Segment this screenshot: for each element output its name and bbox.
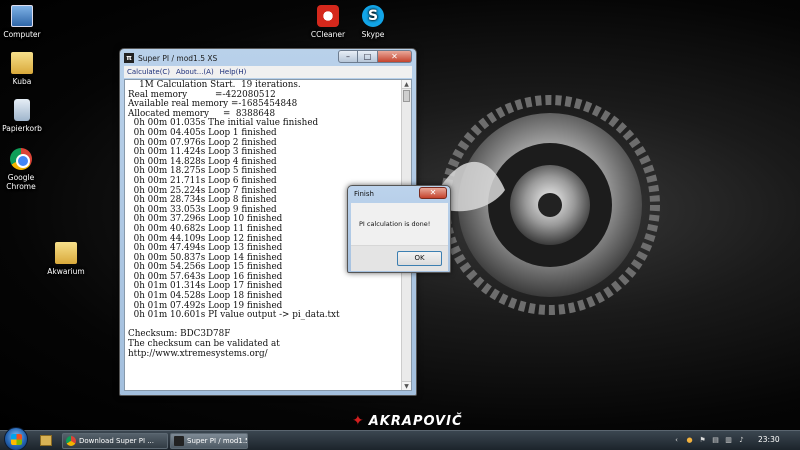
console-line: http://www.xtremesystems.org/ xyxy=(128,348,268,359)
menu-about[interactable]: About...(A) xyxy=(176,66,214,78)
dialog-message: PI calculation is done! xyxy=(359,220,431,228)
taskbar-button-label: Download Super PI ... xyxy=(79,437,154,445)
folder-icon xyxy=(11,52,33,74)
scroll-thumb[interactable] xyxy=(403,90,410,102)
menubar: Calculate(C) About...(A) Help(H) xyxy=(124,66,412,78)
menu-help[interactable]: Help(H) xyxy=(220,66,247,78)
desktop-icon-chrome[interactable]: Google Chrome xyxy=(0,148,50,191)
finish-dialog[interactable]: Finish ✕ PI calculation is done! OK xyxy=(347,185,451,273)
window-titlebar[interactable]: π Super PI / mod1.5 XS xyxy=(124,51,217,65)
system-tray: ‹ ● ⚑ ▤ ▥ ♪ xyxy=(672,436,746,445)
desktop-icon-label: Skype xyxy=(361,30,385,39)
superpi-icon: π xyxy=(124,53,134,63)
window-controls: – □ ✕ xyxy=(338,50,412,63)
desktop-icon-computer[interactable]: Computer xyxy=(0,5,52,39)
chrome-icon xyxy=(10,148,32,170)
desktop-icon-label: Akwarium xyxy=(47,267,85,276)
desktop-icon-skype[interactable]: S Skype xyxy=(343,5,403,39)
window-title: Super PI / mod1.5 XS xyxy=(138,53,218,63)
tray-expand-icon[interactable]: ‹ xyxy=(672,436,681,445)
maximize-button[interactable]: □ xyxy=(358,50,378,63)
folder-icon xyxy=(55,242,77,264)
ok-button[interactable]: OK xyxy=(397,251,442,266)
start-button[interactable] xyxy=(4,427,28,450)
wallpaper-brand-logo: ✦ AKRAPOVIČ xyxy=(352,413,463,429)
ccleaner-icon xyxy=(317,5,339,27)
desktop: ✦ AKRAPOVIČ Computer Kuba Papierkorb Goo… xyxy=(0,0,800,430)
recycle-bin-icon xyxy=(14,99,30,121)
desktop-icon-label: Google Chrome xyxy=(6,173,36,191)
close-button[interactable]: ✕ xyxy=(378,50,412,63)
taskbar: Download Super PI ... Super PI / mod1.5 … xyxy=(0,427,800,450)
desktop-icon-recycle-bin[interactable]: Papierkorb xyxy=(0,99,52,133)
desktop-icon-akwarium[interactable]: Akwarium xyxy=(36,242,96,276)
computer-icon xyxy=(11,5,33,27)
scroll-down-icon[interactable]: ▼ xyxy=(402,381,411,390)
desktop-icon-label: Kuba xyxy=(12,77,32,86)
tray-security-icon[interactable]: ⚑ xyxy=(698,436,707,445)
taskbar-clock[interactable]: 23:30 xyxy=(758,435,780,444)
tray-action-center-icon[interactable]: ▤ xyxy=(711,436,720,445)
brand-text: AKRAPOVIČ xyxy=(368,413,463,429)
brand-scorpion-icon: ✦ xyxy=(352,413,365,429)
dialog-title: Finish xyxy=(354,190,374,198)
taskbar-button-label: Super PI / mod1.5 XS xyxy=(187,437,248,445)
menu-calculate[interactable]: Calculate(C) xyxy=(127,66,170,78)
tray-app-icon[interactable]: ● xyxy=(685,436,694,445)
taskbar-button-chrome[interactable]: Download Super PI ... xyxy=(62,433,168,449)
chrome-icon xyxy=(66,436,76,446)
console-line: 0h 01m 10.601s PI value output -> pi_dat… xyxy=(128,310,340,321)
taskbar-button-superpi[interactable]: Super PI / mod1.5 XS xyxy=(170,433,248,449)
minimize-button[interactable]: – xyxy=(338,50,358,63)
dialog-close-button[interactable]: ✕ xyxy=(419,187,447,199)
skype-icon: S xyxy=(362,5,384,27)
dialog-footer: OK xyxy=(351,245,448,271)
desktop-icon-label: Papierkorb xyxy=(2,124,42,133)
desktop-icon-kuba[interactable]: Kuba xyxy=(0,52,52,86)
tray-volume-icon[interactable]: ♪ xyxy=(737,436,746,445)
desktop-icon-label: CCleaner xyxy=(310,30,346,39)
dialog-body: PI calculation is done! OK xyxy=(351,203,448,271)
desktop-icon-label: Computer xyxy=(3,30,41,39)
scroll-up-icon[interactable]: ▲ xyxy=(402,80,411,89)
superpi-icon xyxy=(174,436,184,446)
show-desktop-icon[interactable] xyxy=(40,435,52,446)
tray-network-icon[interactable]: ▥ xyxy=(724,436,733,445)
